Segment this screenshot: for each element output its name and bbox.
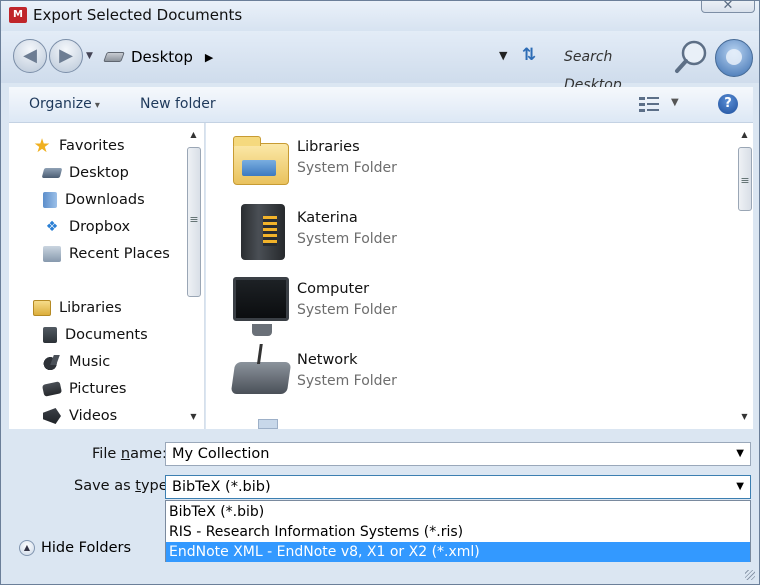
sidebar-item-libraries[interactable]: Libraries bbox=[33, 297, 122, 319]
sidebar-item-documents[interactable]: Documents bbox=[43, 324, 148, 346]
forward-button[interactable]: ▶ bbox=[49, 39, 83, 73]
save-as-type-label: Save as type: bbox=[74, 478, 173, 494]
sidebar-item-label: Libraries bbox=[59, 300, 122, 316]
chevron-up-icon: ▲ bbox=[19, 540, 35, 556]
computer-icon bbox=[233, 277, 289, 336]
list-item[interactable]: Katerina System Folder bbox=[233, 204, 703, 266]
desktop-icon bbox=[41, 168, 63, 178]
breadcrumb-desktop[interactable]: Desktop bbox=[131, 48, 193, 66]
item-kind: System Folder bbox=[297, 231, 397, 247]
sidebar-item-label: Favorites bbox=[59, 138, 125, 154]
file-type-dropdown: BibTeX (*.bib) RIS - Research Informatio… bbox=[165, 500, 751, 562]
new-folder-button[interactable]: New folder bbox=[140, 96, 216, 112]
chevron-down-icon[interactable]: ▼ bbox=[736, 476, 744, 498]
sidebar-item-dropbox[interactable]: ❖ Dropbox bbox=[43, 216, 130, 238]
scroll-down-icon[interactable]: ▼ bbox=[736, 409, 753, 425]
scroll-down-icon[interactable]: ▼ bbox=[185, 409, 202, 425]
resize-grip-icon[interactable] bbox=[745, 570, 755, 580]
sidebar-item-pictures[interactable]: Pictures bbox=[41, 378, 127, 400]
list-item[interactable]: Network System Folder bbox=[230, 346, 703, 408]
item-kind: System Folder bbox=[297, 302, 397, 318]
item-name: Network bbox=[297, 352, 358, 368]
dropdown-option-endnote-xml[interactable]: EndNote XML - EndNote v8, X1 or X2 (*.xm… bbox=[166, 542, 750, 562]
dropbox-icon: ❖ bbox=[45, 219, 59, 235]
back-button[interactable]: ◀ bbox=[13, 39, 47, 73]
hide-folders-button[interactable]: ▲ Hide Folders bbox=[19, 540, 131, 556]
recent-places-icon bbox=[43, 246, 61, 262]
file-name-field[interactable]: My Collection ▼ bbox=[165, 442, 751, 466]
shortcut-orb-icon[interactable] bbox=[715, 39, 753, 77]
window-title: Export Selected Documents bbox=[33, 6, 243, 24]
documents-icon bbox=[43, 327, 57, 343]
sidebar-item-label: Music bbox=[69, 354, 111, 370]
sidebar-item-label: Recent Places bbox=[69, 246, 170, 262]
mendeley-app-icon: M bbox=[9, 7, 27, 23]
pictures-icon bbox=[41, 381, 63, 397]
sidebar-item-music[interactable]: Music bbox=[43, 351, 110, 373]
scroll-up-icon[interactable]: ▲ bbox=[185, 127, 202, 143]
sidebar-item-label: Downloads bbox=[65, 192, 145, 208]
downloads-icon bbox=[43, 192, 57, 208]
file-name-label: File name: bbox=[92, 446, 167, 462]
file-name-value: My Collection bbox=[172, 446, 270, 462]
refresh-icon[interactable]: ⇅ bbox=[522, 45, 536, 65]
scrollbar-thumb[interactable] bbox=[187, 147, 201, 297]
item-name: Libraries bbox=[297, 139, 360, 155]
sidebar-item-desktop[interactable]: Desktop bbox=[41, 162, 129, 184]
sidebar-item-downloads[interactable]: Downloads bbox=[43, 189, 145, 211]
content-scrollbar[interactable]: ▲ ▼ bbox=[736, 123, 753, 429]
user-folder-icon bbox=[241, 204, 285, 260]
hide-folders-label: Hide Folders bbox=[41, 540, 132, 556]
export-dialog: M Export Selected Documents ✕ ◀ ▶ ▼ Desk… bbox=[0, 0, 760, 585]
title-bar: M Export Selected Documents ✕ bbox=[1, 1, 759, 31]
view-dropdown-icon[interactable]: ▼ bbox=[671, 97, 679, 108]
partial-folder-icon bbox=[258, 419, 278, 429]
sidebar-item-label: Pictures bbox=[69, 381, 127, 397]
star-icon: ★ bbox=[33, 135, 51, 157]
item-name: Katerina bbox=[297, 210, 358, 226]
close-button[interactable]: ✕ bbox=[701, 1, 755, 13]
item-kind: System Folder bbox=[297, 373, 397, 389]
sidebar-item-recent-places[interactable]: Recent Places bbox=[43, 243, 170, 265]
save-as-type-select[interactable]: BibTeX (*.bib) ▼ bbox=[165, 475, 751, 499]
sidebar-item-label: Dropbox bbox=[69, 219, 131, 235]
sidebar-item-favorites[interactable]: ★ Favorites bbox=[33, 135, 125, 157]
file-list: Libraries System Folder Katerina System … bbox=[206, 123, 753, 429]
save-as-type-value: BibTeX (*.bib) bbox=[172, 479, 271, 495]
search-icon[interactable] bbox=[673, 38, 711, 76]
organize-button[interactable]: Organize bbox=[29, 96, 100, 112]
help-icon[interactable]: ? bbox=[718, 94, 738, 114]
history-dropdown-icon[interactable]: ▼ bbox=[86, 51, 93, 61]
list-item[interactable]: Libraries System Folder bbox=[233, 133, 703, 195]
navigation-scrollbar[interactable]: ▲ ▼ bbox=[185, 123, 202, 429]
network-icon bbox=[230, 362, 292, 394]
change-view-icon[interactable] bbox=[639, 96, 659, 112]
address-dropdown-icon[interactable]: ▼ bbox=[499, 49, 507, 62]
dropdown-option-bibtex[interactable]: BibTeX (*.bib) bbox=[166, 502, 750, 522]
item-name: Computer bbox=[297, 281, 370, 297]
sidebar-item-label: Desktop bbox=[69, 165, 129, 181]
sidebar-item-label: Videos bbox=[69, 408, 118, 424]
address-bar-row: ◀ ▶ ▼ Desktop ▶ ▼ ⇅ Search Desktop bbox=[1, 31, 759, 93]
chevron-down-icon[interactable]: ▼ bbox=[736, 443, 744, 465]
scrollbar-thumb[interactable] bbox=[738, 147, 752, 211]
search-input[interactable]: Search Desktop bbox=[561, 43, 669, 93]
breadcrumb[interactable]: Desktop ▶ bbox=[103, 47, 213, 67]
command-toolbar: Organize New folder ▼ ? bbox=[9, 87, 753, 123]
videos-icon bbox=[43, 408, 61, 424]
item-kind: System Folder bbox=[297, 160, 397, 176]
scroll-up-icon[interactable]: ▲ bbox=[736, 127, 753, 143]
breadcrumb-chevron-icon[interactable]: ▶ bbox=[205, 51, 213, 64]
music-icon bbox=[43, 354, 61, 370]
desktop-location-icon bbox=[103, 52, 125, 62]
libraries-folder-icon bbox=[233, 136, 289, 185]
dropdown-option-ris[interactable]: RIS - Research Information Systems (*.ri… bbox=[166, 522, 750, 542]
navigation-pane: ★ Favorites Desktop Downloads ❖ Dropbox … bbox=[9, 123, 205, 429]
sidebar-item-label: Documents bbox=[65, 327, 148, 343]
sidebar-item-videos[interactable]: Videos bbox=[43, 405, 117, 427]
libraries-icon bbox=[33, 300, 51, 316]
list-item[interactable]: Computer System Folder bbox=[233, 275, 703, 337]
